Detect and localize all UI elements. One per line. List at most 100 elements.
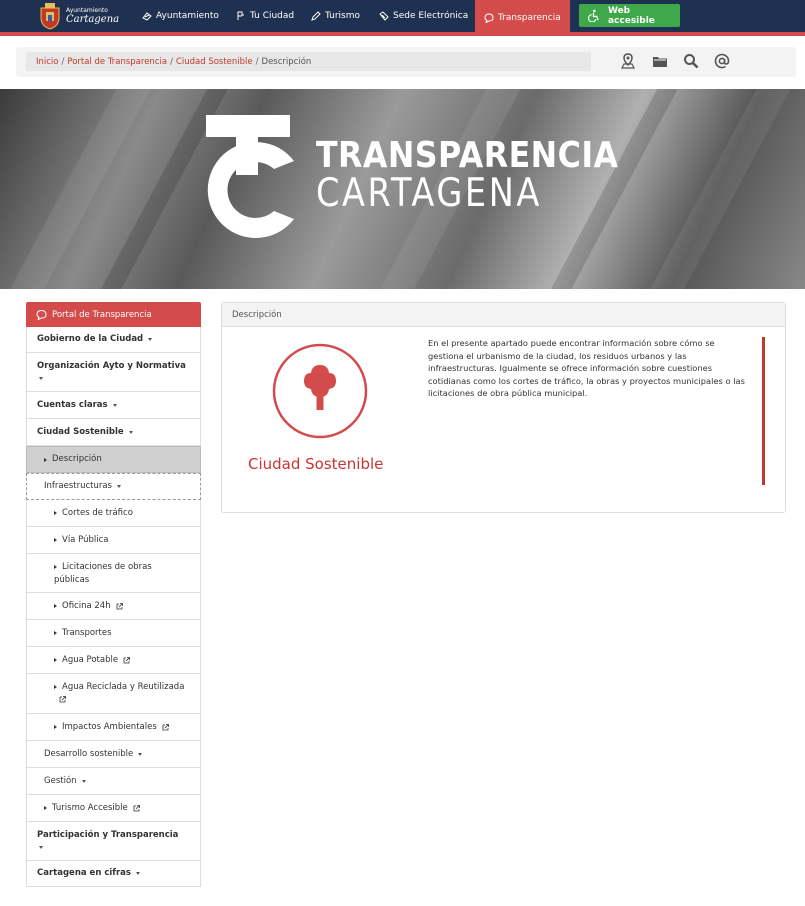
nav-item-transparencia[interactable]: Transparencia	[475, 0, 570, 36]
sidebar-item-label: Agua Reciclada y Reutilizada	[62, 682, 185, 692]
caret-down-icon	[39, 377, 43, 380]
chat-icon	[36, 309, 47, 320]
sidebar: Portal de Transparencia Gobierno de la C…	[26, 302, 201, 887]
bullet-arrow-icon	[44, 457, 47, 462]
sidebar-item-label: Descripción	[52, 454, 102, 464]
sidebar-item-desarrollo-sostenible[interactable]: Desarrollo sostenible	[26, 741, 201, 768]
hero-banner: TRANSPARENCIA CARTAGENA	[0, 89, 805, 289]
map-pin-icon[interactable]	[620, 53, 636, 69]
nav-item-label: Tu Ciudad	[250, 11, 295, 21]
sidebar-item-label: Ciudad Sostenible	[37, 426, 124, 437]
breadcrumb-separator: /	[61, 56, 65, 67]
web-accesible-label: Web accesible	[607, 5, 655, 26]
external-link-icon	[116, 602, 123, 609]
caret-down-icon	[128, 430, 133, 434]
content-panel: Descripción Ciudad Sostenible En el pres…	[221, 302, 786, 513]
sidebar-item-label: Gobierno de la Ciudad	[37, 334, 144, 344]
sidebar-item-label: Cortes de tráfico	[62, 507, 133, 518]
breadcrumb-link-ciudad-sostenible[interactable]: Ciudad Sostenible	[176, 57, 253, 67]
sidebar-item-label: Infraestructuras	[44, 481, 112, 491]
sidebar-item-participacion[interactable]: Participación y Transparencia	[26, 822, 201, 861]
sidebar-item-cortes-trafico[interactable]: Cortes de tráfico	[26, 500, 201, 527]
bullet-arrow-icon	[54, 631, 57, 635]
breadcrumb: Inicio / Portal de Transparencia / Ciudad …	[26, 52, 591, 71]
sidebar-item-label: Licitaciones de obras públicas	[54, 562, 152, 585]
description-accent-bar	[762, 337, 765, 485]
sidebar-item-label: Cartagena en cifras	[37, 868, 131, 878]
sidebar-item-agua-reciclada[interactable]: Agua Reciclada y Reutilizada	[26, 674, 201, 714]
transparencia-logo-icon	[206, 115, 294, 238]
tree-icon	[272, 343, 368, 439]
sidebar-item-transportes[interactable]: Transportes	[26, 620, 201, 647]
coat-of-arms-icon	[40, 3, 60, 30]
sidebar-item-gestion[interactable]: Gestión	[26, 768, 201, 795]
sidebar-item-label: Impactos Ambientales	[62, 721, 157, 732]
sidebar-item-label: Transportes	[62, 627, 112, 638]
web-accesible-button[interactable]: Web accesible	[579, 4, 680, 27]
sidebar-item-organizacion[interactable]: Organización Ayto y Normativa	[26, 353, 201, 392]
bullet-arrow-icon	[54, 725, 57, 729]
breadcrumb-link-portal[interactable]: Portal de Transparencia	[67, 57, 167, 67]
ciudad-sostenible-image-label: Ciudad Sostenible	[248, 455, 384, 473]
sidebar-item-descripcion[interactable]: Descripción	[26, 446, 201, 473]
folder-icon[interactable]	[652, 53, 668, 69]
nav-item-tu-ciudad[interactable]: Tu Ciudad	[236, 0, 294, 32]
sidebar-item-impactos-ambientales[interactable]: Impactos Ambientales	[26, 714, 201, 741]
breadcrumb-separator: /	[255, 56, 259, 67]
chat-icon	[484, 13, 494, 23]
sidebar-item-label: Cuentas claras	[37, 399, 108, 410]
sidebar-item-label: Organización Ayto y Normativa	[37, 361, 186, 371]
logo-line1: Ayuntamiento	[66, 6, 108, 14]
caret-down-icon	[39, 846, 43, 849]
nav-item-ayuntamiento[interactable]: Ayuntamiento	[142, 0, 219, 32]
bullet-arrow-icon	[54, 538, 57, 542]
sidebar-item-ciudad-sostenible[interactable]: Ciudad Sostenible	[26, 419, 201, 446]
sidebar-item-via-publica[interactable]: Vía Pública	[26, 527, 201, 554]
at-icon[interactable]	[714, 53, 730, 69]
nav-item-turismo[interactable]: Turismo	[311, 0, 360, 32]
sidebar-item-gobierno[interactable]: Gobierno de la Ciudad	[26, 327, 201, 353]
sidebar-item-label: Turismo Accesible	[52, 802, 128, 813]
sidebar-item-agua-potable[interactable]: Agua Potable	[26, 647, 201, 674]
sidebar-item-label: Participación y Transparencia	[37, 830, 179, 840]
breadcrumb-current: Descripción	[261, 56, 312, 67]
breadcrumb-separator: /	[170, 56, 173, 67]
breadcrumb-link-inicio[interactable]: Inicio	[36, 57, 59, 67]
description-text: En el presente apartado puede encontrar …	[428, 338, 745, 398]
caret-down-icon	[112, 403, 117, 407]
bullet-arrow-icon	[44, 806, 47, 810]
caret-down-icon	[81, 779, 86, 783]
caret-down-icon	[138, 752, 143, 756]
sidebar-item-licitaciones[interactable]: Licitaciones de obras públicas	[26, 554, 201, 593]
logo[interactable]: Ayuntamiento Cartagena	[38, 1, 119, 31]
external-link-icon	[123, 656, 130, 663]
caret-down-icon	[117, 485, 121, 488]
sidebar-item-infraestructuras[interactable]: Infraestructuras	[26, 473, 201, 500]
sidebar-header[interactable]: Portal de Transparencia	[26, 302, 201, 327]
nav-item-label: Ayuntamiento	[156, 11, 219, 21]
search-icon[interactable]	[683, 53, 699, 69]
external-link-icon	[162, 723, 169, 730]
sidebar-item-label: Vía Pública	[62, 534, 109, 545]
nav-item-sede-electronica[interactable]: Sede Electrónica	[379, 0, 468, 32]
bullet-arrow-icon	[54, 511, 57, 515]
sidebar-item-cuentas-claras[interactable]: Cuentas claras	[26, 392, 201, 419]
sidebar-item-cartagena-en-cifras[interactable]: Cartagena en cifras	[26, 861, 201, 887]
banner-title-line1: TRANSPARENCIA	[316, 135, 619, 176]
sidebar-item-turismo-accesible[interactable]: Turismo Accesible	[26, 795, 201, 822]
sidebar-item-label: Oficina 24h	[62, 600, 111, 611]
nav-item-label: Turismo	[325, 11, 360, 21]
wheelchair-icon	[587, 9, 599, 22]
sede-icon	[379, 11, 389, 21]
ciudad-icon	[237, 11, 244, 20]
nav-item-label: Sede Electrónica	[393, 11, 469, 21]
sidebar-header-label: Portal de Transparencia	[52, 309, 152, 320]
sidebar-item-label: Gestión	[44, 775, 77, 786]
sidebar-item-label: Agua Potable	[62, 654, 119, 665]
logo-line2: Cartagena	[66, 13, 120, 25]
sidebar-item-oficina-24h[interactable]: Oficina 24h	[26, 593, 201, 620]
caret-down-icon	[148, 338, 153, 341]
banner-title-line2: CARTAGENA	[316, 171, 542, 216]
caret-down-icon	[135, 872, 140, 875]
sidebar-item-label: Desarrollo sostenible	[44, 748, 134, 759]
